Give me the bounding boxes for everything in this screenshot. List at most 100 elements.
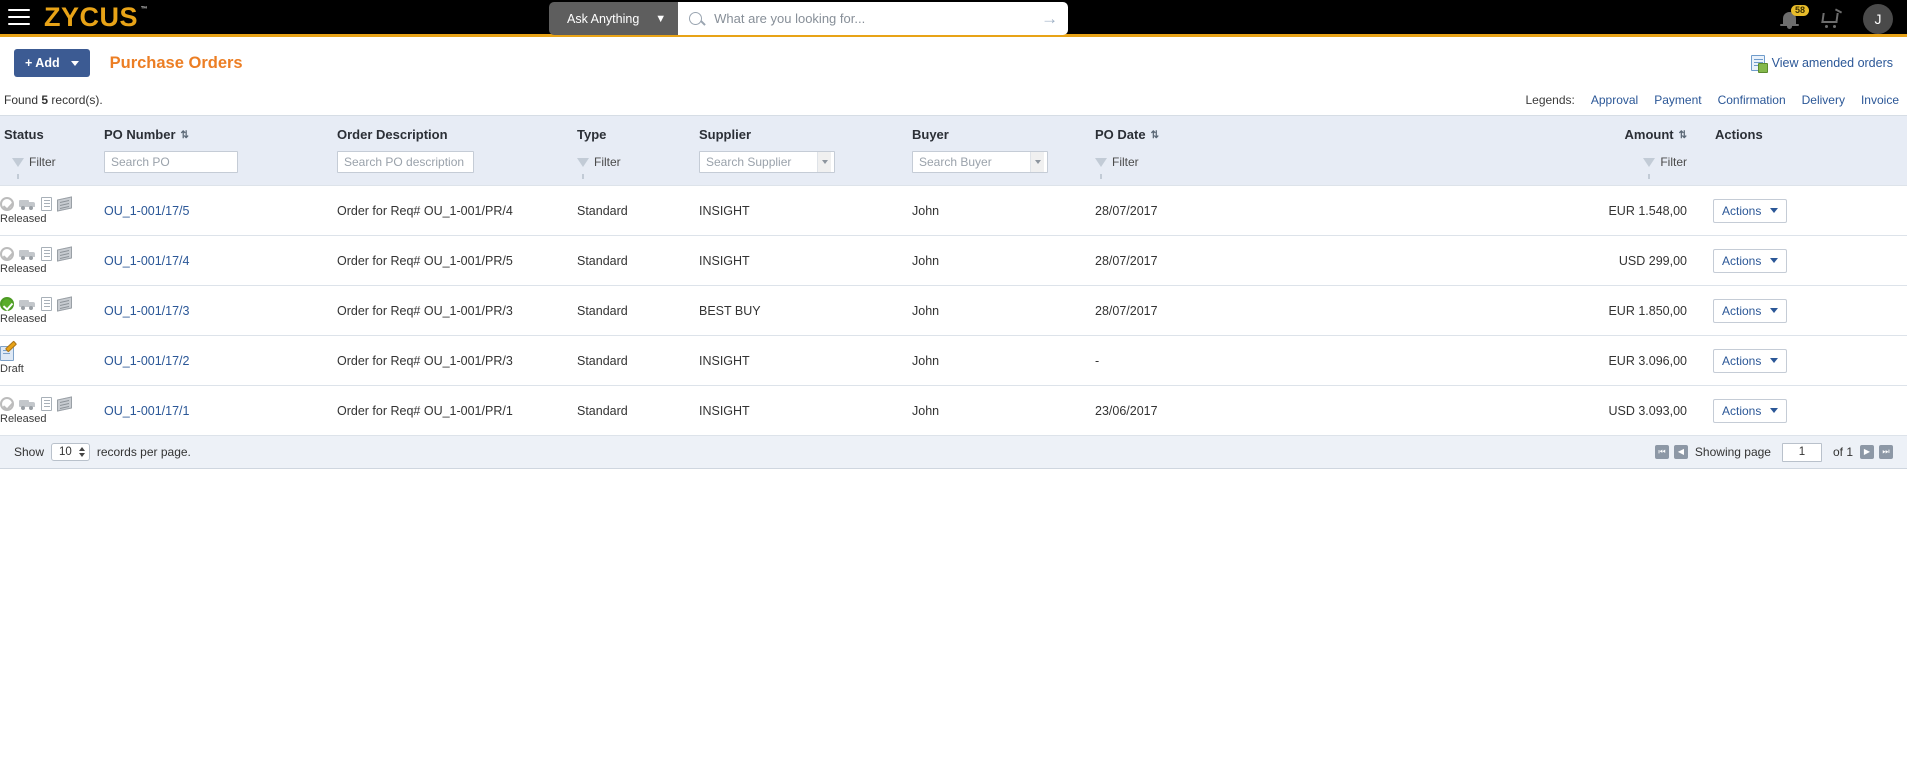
funnel-icon bbox=[12, 157, 24, 179]
actions-button[interactable]: Actions bbox=[1713, 198, 1788, 223]
col-po-number-label: PO Number bbox=[104, 127, 176, 142]
cell-actions: Actions bbox=[1693, 285, 1907, 336]
search-input[interactable] bbox=[712, 10, 1036, 27]
po-number-search-input[interactable] bbox=[104, 151, 238, 173]
actions-button[interactable]: Actions bbox=[1713, 348, 1788, 373]
col-buyer: Buyer bbox=[912, 116, 1095, 151]
previous-page-button[interactable]: ◀ bbox=[1673, 445, 1688, 459]
col-po-number[interactable]: PO Number ⇅ bbox=[104, 116, 337, 151]
first-page-button[interactable]: ⏮ bbox=[1654, 445, 1669, 459]
cell-type: Standard bbox=[577, 335, 699, 386]
zycus-logo[interactable]: ZYCUS ™ bbox=[44, 3, 148, 31]
cell-supplier: INSIGHT bbox=[699, 235, 912, 286]
invoice-status-icon[interactable] bbox=[57, 195, 72, 212]
sort-icon[interactable]: ⇅ bbox=[1679, 131, 1687, 141]
cell-order-description: Order for Req# OU_1-001/PR/5 bbox=[337, 235, 577, 286]
delivery-status-icon[interactable] bbox=[19, 398, 36, 410]
amount-filter[interactable]: Filter bbox=[1395, 155, 1687, 179]
stepper-arrows-icon bbox=[78, 447, 85, 457]
invoice-status-icon[interactable] bbox=[57, 245, 72, 262]
actions-button-label: Actions bbox=[1722, 303, 1762, 318]
actions-button[interactable]: Actions bbox=[1713, 248, 1788, 273]
order-description-search-input[interactable] bbox=[337, 151, 474, 173]
col-po-date[interactable]: PO Date ⇅ bbox=[1095, 116, 1395, 151]
status-filter[interactable]: Filter bbox=[12, 155, 104, 179]
po-number-link[interactable]: OU_1-001/17/1 bbox=[104, 404, 189, 418]
cell-status: Released bbox=[0, 185, 104, 236]
buyer-search-select[interactable]: Search Buyer bbox=[912, 151, 1048, 173]
hamburger-menu-icon[interactable] bbox=[8, 9, 30, 25]
po-number-link[interactable]: OU_1-001/17/2 bbox=[104, 354, 189, 368]
legend-payment[interactable]: Payment bbox=[1654, 93, 1701, 107]
chevron-down-icon bbox=[1770, 308, 1779, 313]
cell-order-description: Order for Req# OU_1-001/PR/4 bbox=[337, 185, 577, 236]
cell-buyer: John bbox=[912, 235, 1095, 286]
approval-status-icon[interactable] bbox=[0, 396, 14, 411]
confirmation-status-icon[interactable] bbox=[41, 396, 52, 411]
sort-icon[interactable]: ⇅ bbox=[181, 131, 189, 141]
chevron-down-icon bbox=[1770, 208, 1779, 213]
confirmation-status-icon[interactable] bbox=[41, 246, 52, 261]
approval-status-icon[interactable] bbox=[0, 246, 14, 261]
cell-status: Draft bbox=[0, 335, 104, 386]
cart-icon[interactable] bbox=[1821, 7, 1843, 28]
supplier-search-select[interactable]: Search Supplier bbox=[699, 151, 835, 173]
confirmation-status-icon[interactable] bbox=[41, 196, 52, 211]
cell-po-number: OU_1-001/17/5 bbox=[104, 185, 337, 236]
col-status-label: Status bbox=[4, 127, 44, 142]
cell-po-date: 23/06/2017 bbox=[1095, 385, 1395, 435]
invoice-status-icon[interactable] bbox=[57, 395, 72, 412]
sort-icon[interactable]: ⇅ bbox=[1151, 131, 1159, 141]
po-number-link[interactable]: OU_1-001/17/4 bbox=[104, 254, 189, 268]
po-date-filter[interactable]: Filter bbox=[1095, 155, 1395, 179]
cell-type: Standard bbox=[577, 385, 699, 435]
delivery-status-icon[interactable] bbox=[19, 198, 36, 210]
search-submit-icon[interactable]: → bbox=[1035, 9, 1058, 29]
po-number-link[interactable]: OU_1-001/17/5 bbox=[104, 204, 189, 218]
legend-approval[interactable]: Approval bbox=[1591, 93, 1638, 107]
cell-po-number: OU_1-001/17/3 bbox=[104, 285, 337, 336]
chevron-down-icon bbox=[1030, 152, 1044, 172]
filter-actions-cell bbox=[1693, 151, 1907, 186]
cell-actions: Actions bbox=[1693, 185, 1907, 236]
confirmation-status-icon[interactable] bbox=[41, 296, 52, 311]
last-page-button[interactable]: ⏭ bbox=[1879, 445, 1893, 459]
approval-status-icon[interactable] bbox=[0, 296, 14, 311]
found-count: 5 bbox=[41, 93, 49, 107]
cell-buyer: John bbox=[912, 385, 1095, 435]
notifications-button[interactable]: 58 bbox=[1780, 4, 1810, 30]
avatar[interactable]: J bbox=[1863, 3, 1893, 34]
actions-button[interactable]: Actions bbox=[1713, 398, 1788, 423]
legend-invoice[interactable]: Invoice bbox=[1861, 93, 1899, 107]
amount-filter-label: Filter bbox=[1660, 155, 1687, 169]
legend-delivery[interactable]: Delivery bbox=[1802, 93, 1845, 107]
cell-po-date: 28/07/2017 bbox=[1095, 185, 1395, 236]
cell-supplier: BEST BUY bbox=[699, 285, 912, 336]
page-size-stepper[interactable]: 10 bbox=[51, 443, 90, 461]
cell-po-number: OU_1-001/17/1 bbox=[104, 385, 337, 435]
ask-anything-dropdown[interactable]: Ask Anything ▼ bbox=[549, 2, 679, 35]
invoice-status-icon[interactable] bbox=[57, 295, 72, 312]
page-number-input[interactable] bbox=[1781, 442, 1822, 462]
hamburger-bar bbox=[8, 16, 30, 18]
col-amount[interactable]: Amount ⇅ bbox=[1395, 116, 1693, 151]
approval-status-icon[interactable] bbox=[0, 196, 14, 211]
delivery-status-icon[interactable] bbox=[19, 248, 36, 260]
view-amended-orders-link[interactable]: View amended orders bbox=[1750, 55, 1893, 73]
next-page-button[interactable]: ▶ bbox=[1860, 445, 1874, 459]
legend-confirmation[interactable]: Confirmation bbox=[1718, 93, 1786, 107]
delivery-status-icon[interactable] bbox=[19, 298, 36, 310]
status-filter-label: Filter bbox=[29, 155, 56, 169]
actions-button[interactable]: Actions bbox=[1713, 298, 1788, 323]
chevron-down-icon bbox=[817, 152, 831, 172]
add-button[interactable]: + Add bbox=[14, 49, 90, 77]
type-filter[interactable]: Filter bbox=[577, 155, 699, 179]
cell-supplier: INSIGHT bbox=[699, 185, 912, 236]
cell-buyer: John bbox=[912, 335, 1095, 386]
col-order-description: Order Description bbox=[337, 116, 577, 151]
chevron-down-icon: ▼ bbox=[655, 12, 667, 25]
showing-page-label: Showing page bbox=[1694, 445, 1771, 459]
filter-amount-cell: Filter bbox=[1395, 151, 1693, 186]
records-per-page-label: records per page. bbox=[96, 445, 191, 459]
po-number-link[interactable]: OU_1-001/17/3 bbox=[104, 304, 189, 318]
